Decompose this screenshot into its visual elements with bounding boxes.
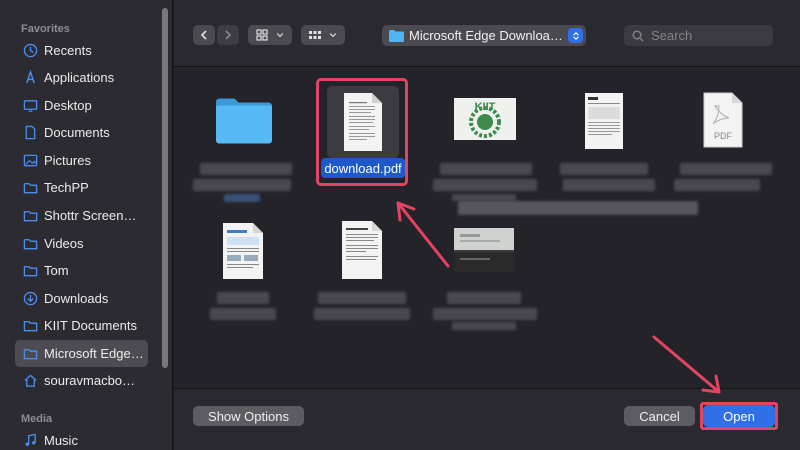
selected-file-name[interactable]: download.pdf <box>321 158 405 178</box>
file-name-redacted <box>680 163 772 175</box>
sidebar-item-downloads[interactable]: Downloads <box>15 285 148 312</box>
sidebar-item-music[interactable]: Music <box>15 427 148 450</box>
file-name-redacted <box>217 292 269 304</box>
sidebar-item-documents[interactable]: Documents <box>15 119 148 146</box>
file-name-redacted <box>433 308 537 320</box>
sidebar-heading-favorites: Favorites <box>21 23 70 35</box>
pdf-file-icon: PDF <box>703 92 743 148</box>
folder-icon <box>22 180 38 196</box>
sidebar-item-applications[interactable]: Applications <box>15 64 148 91</box>
sidebar-item-label: TechPP <box>44 180 89 195</box>
file-name-redacted <box>433 179 537 191</box>
sidebar-item-label: Shottr Screen… <box>44 208 137 223</box>
file-name-redacted <box>447 292 521 304</box>
folder-icon <box>22 236 38 252</box>
sidebar-item-label: KIIT Documents <box>44 318 137 333</box>
sidebar-item-label: Applications <box>44 70 115 85</box>
folder-icon <box>22 208 38 224</box>
document-thumbnail-icon <box>585 93 623 149</box>
sidebar-item-desktop[interactable]: Desktop <box>15 92 148 119</box>
sidebar-item-label: Tom <box>44 263 69 278</box>
sidebar-item-tom[interactable]: Tom <box>15 257 148 284</box>
sidebar-item-label: Desktop <box>44 98 92 113</box>
open-button-annotation <box>700 402 778 430</box>
chevron-right-icon <box>225 30 232 40</box>
sidebar-scrollbar[interactable] <box>162 8 168 368</box>
sidebar-item-label: souravmacbo… <box>44 373 136 388</box>
folder-icon <box>22 318 38 334</box>
pictures-icon <box>22 153 38 169</box>
location-label: Microsoft Edge Downloa… <box>409 28 563 43</box>
group-button[interactable] <box>301 25 345 45</box>
sidebar: Favorites Recents Applications Desktop D… <box>0 0 173 450</box>
search-placeholder: Search <box>651 28 693 43</box>
chevron-down-icon <box>276 33 284 38</box>
sidebar-item-home[interactable]: souravmacbo… <box>15 367 148 394</box>
sidebar-item-shottr-screen[interactable]: Shottr Screen… <box>15 202 148 229</box>
pdf-badge-text: PDF <box>714 131 733 141</box>
forward-button[interactable] <box>217 25 239 45</box>
document-thumbnail-icon <box>223 223 263 279</box>
sidebar-item-label: Downloads <box>44 291 109 306</box>
kiit-logo-thumbnail: KIIT <box>454 98 516 140</box>
music-icon <box>22 433 38 449</box>
file-name-redacted <box>200 163 292 175</box>
file-name-redacted <box>314 308 410 320</box>
search-icon <box>632 30 644 41</box>
sidebar-item-pictures[interactable]: Pictures <box>15 147 148 174</box>
back-button[interactable] <box>193 25 215 45</box>
document-thumbnail-icon <box>342 221 382 279</box>
sidebar-item-label: Recents <box>44 43 92 58</box>
document-icon <box>22 125 38 141</box>
desktop-icon <box>22 98 38 114</box>
tooltip-redacted <box>458 201 698 215</box>
sidebar-item-recents[interactable]: Recents <box>15 37 148 64</box>
chevron-left-icon <box>200 30 207 40</box>
sidebar-item-kiit-documents[interactable]: KIIT Documents <box>15 312 148 339</box>
folder-icon <box>22 346 38 362</box>
sidebar-item-label: Videos <box>44 236 84 251</box>
home-icon <box>22 373 38 389</box>
sidebar-item-label: Pictures <box>44 153 91 168</box>
folder-icon <box>389 29 404 42</box>
sidebar-item-label: Microsoft Edge… <box>44 346 144 361</box>
file-name-redacted <box>440 163 532 175</box>
file-name-redacted <box>452 322 516 330</box>
file-name-redacted <box>193 179 291 191</box>
file-name-redacted <box>563 179 655 191</box>
file-tag-redacted <box>224 194 260 202</box>
show-options-button[interactable]: Show Options <box>193 406 304 426</box>
sidebar-item-videos[interactable]: Videos <box>15 230 148 257</box>
chevron-down-icon <box>329 33 337 38</box>
screenshot-thumbnail <box>454 228 514 272</box>
folder-icon <box>22 263 38 279</box>
file-name-redacted <box>674 179 760 191</box>
search-field[interactable]: Search <box>624 25 773 46</box>
sidebar-item-label: Documents <box>44 125 110 140</box>
file-name-redacted <box>560 163 648 175</box>
applications-icon <box>22 70 38 86</box>
file-name-redacted <box>210 308 276 320</box>
kiit-logo-text: KIIT <box>475 101 496 113</box>
file-name-redacted <box>318 292 406 304</box>
file-name-redacted <box>452 194 516 201</box>
file-browser: Microsoft Edge Downloa… Search <box>174 0 800 450</box>
stepper-icon <box>568 28 583 43</box>
location-select[interactable]: Microsoft Edge Downloa… <box>382 25 586 46</box>
download-icon <box>22 291 38 307</box>
sidebar-item-label: Music <box>44 433 78 448</box>
view-mode-button[interactable] <box>248 25 292 45</box>
toolbar: Microsoft Edge Downloa… Search <box>174 0 800 67</box>
cancel-button[interactable]: Cancel <box>624 406 695 426</box>
group-icon <box>309 31 321 39</box>
clock-icon <box>22 43 38 59</box>
grid-view-icon <box>256 29 268 41</box>
sidebar-item-microsoft-edge[interactable]: Microsoft Edge… <box>15 340 148 367</box>
sidebar-heading-media: Media <box>21 413 53 425</box>
sidebar-item-techpp[interactable]: TechPP <box>15 174 148 201</box>
folder-icon <box>216 98 272 144</box>
